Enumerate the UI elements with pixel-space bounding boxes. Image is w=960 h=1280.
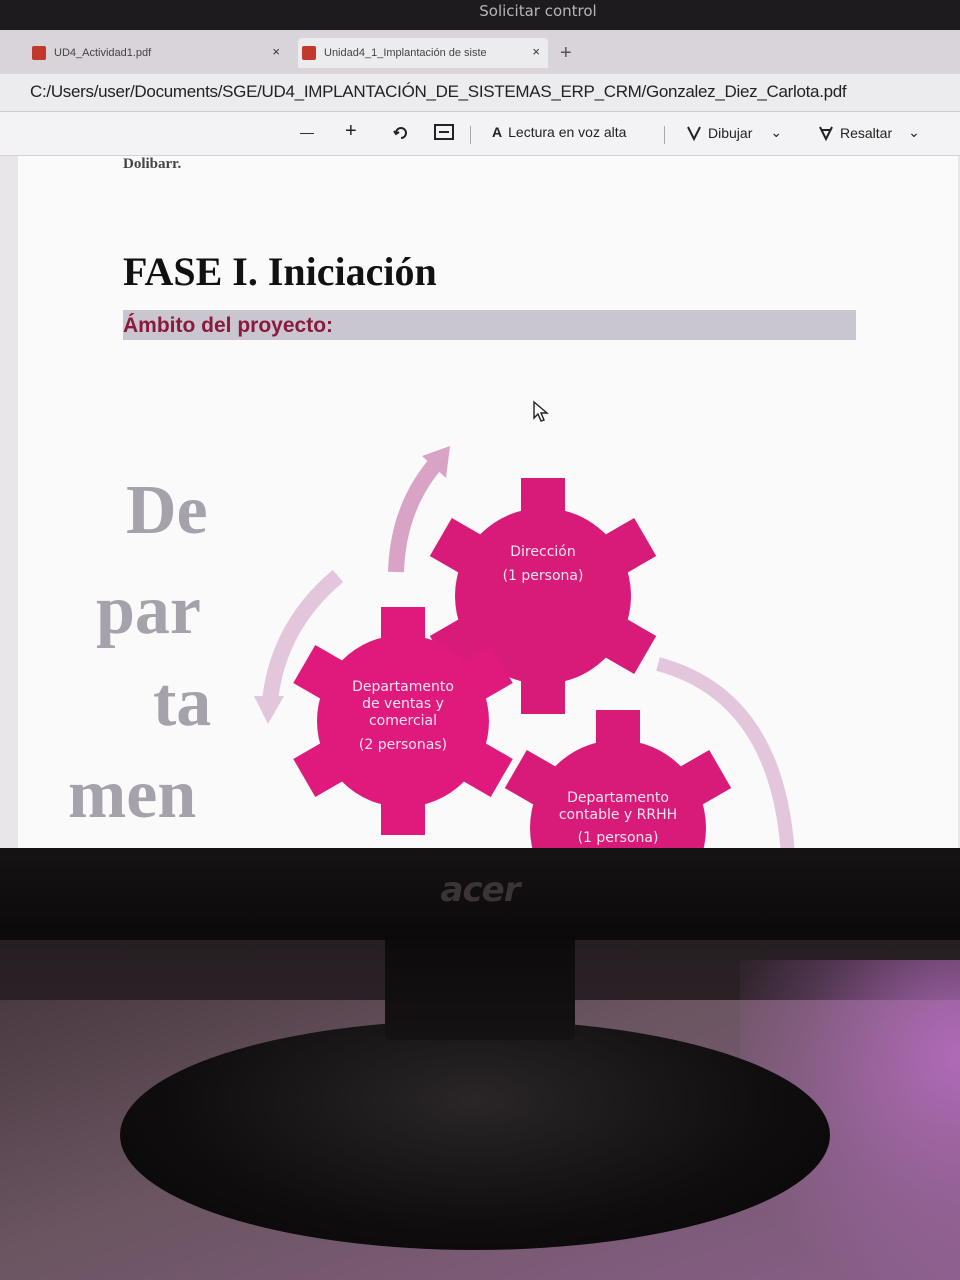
draw-pen-icon [687, 126, 701, 141]
pdf-file-icon [32, 46, 46, 60]
monitor-stand-base [120, 1020, 830, 1250]
gears-diagram: Dirección (1 persona) Departamento de ve… [254, 446, 795, 848]
gear-detail: (2 personas) [359, 737, 447, 753]
monitor-screen: Solicitar control UD4_Actividad1.pdf × U… [0, 0, 960, 848]
highlighter-icon [819, 126, 833, 141]
gear-label: comercial [369, 713, 437, 729]
draw-button[interactable]: Dibujar ⌄ [686, 124, 782, 141]
gear-detail: (1 persona) [578, 830, 659, 846]
chevron-down-icon[interactable]: ⌄ [908, 124, 920, 141]
window-title-bar: Solicitar control [0, 0, 960, 30]
close-tab-icon[interactable]: × [532, 44, 540, 59]
gear-detail: (1 persona) [503, 568, 584, 584]
window-title: Solicitar control [479, 2, 597, 20]
pdf-toolbar: — + A Lectura en voz alta Dibujar ⌄ Resa… [0, 112, 960, 156]
zoom-out-button[interactable]: — [300, 124, 314, 140]
address-path[interactable]: C:/Users/user/Documents/SGE/UD4_IMPLANTA… [30, 82, 847, 102]
draw-label: Dibujar [708, 124, 753, 141]
read-aloud-label: Lectura en voz alta [508, 124, 627, 140]
gear-label: Departamento [352, 679, 454, 695]
toolbar-divider [470, 126, 471, 144]
monitor-stand-neck [385, 930, 575, 1040]
highlight-label: Resaltar [840, 124, 893, 141]
tab-bar: UD4_Actividad1.pdf × Unidad4_1_Implantac… [0, 30, 960, 74]
address-bar[interactable]: C:/Users/user/Documents/SGE/UD4_IMPLANTA… [0, 74, 960, 112]
read-aloud-button[interactable]: A Lectura en voz alta [492, 124, 626, 140]
fit-page-icon[interactable] [434, 124, 454, 140]
gear-label: de ventas y [362, 696, 444, 712]
tab-label: UD4_Actividad1.pdf [54, 47, 152, 59]
pdf-page: Dolibarr. FASE I. Iniciación Ámbito del … [18, 156, 958, 848]
read-aloud-icon: A [492, 124, 503, 140]
chevron-down-icon[interactable]: ⌄ [770, 124, 782, 141]
gear-label: Departamento [567, 790, 669, 806]
pdf-file-icon [302, 46, 316, 60]
gear-contable: Departamento contable y RRHH (1 persona) [504, 710, 732, 848]
rotate-icon[interactable] [392, 124, 410, 142]
close-tab-icon[interactable]: × [272, 44, 280, 59]
gear-label: contable y RRHH [559, 807, 677, 823]
arrowhead-icon [254, 696, 284, 724]
tab-label: Unidad4_1_Implantación de siste [324, 47, 487, 59]
mouse-cursor-icon [533, 400, 549, 422]
new-tab-button[interactable]: + [560, 42, 572, 65]
monitor-brand-logo: acer [440, 870, 521, 910]
zoom-in-button[interactable]: + [345, 120, 357, 143]
tab-unidad4[interactable]: Unidad4_1_Implantación de siste × [298, 38, 548, 68]
tab-actividad[interactable]: UD4_Actividad1.pdf × [28, 38, 288, 68]
highlight-button[interactable]: Resaltar ⌄ [818, 124, 920, 141]
toolbar-divider [664, 126, 665, 144]
gear-label: Dirección [510, 544, 575, 560]
